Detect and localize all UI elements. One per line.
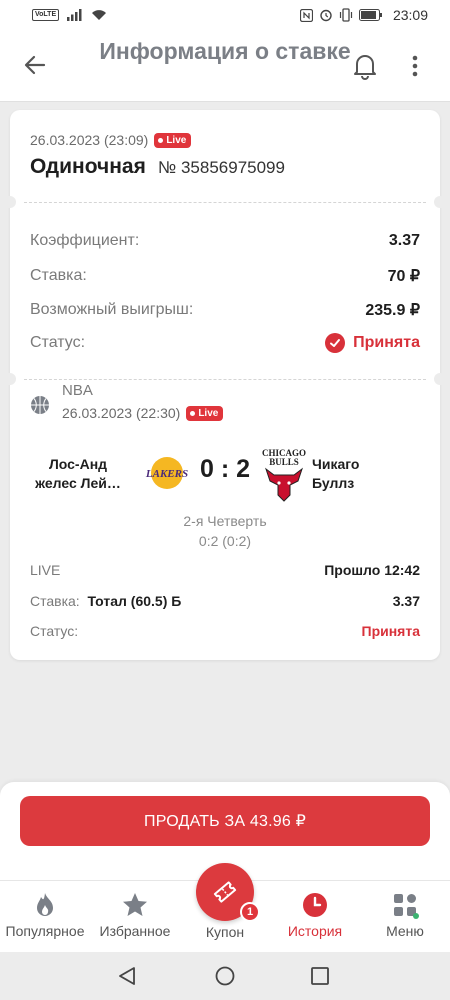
nav-label: Меню <box>386 923 424 939</box>
live-label: Live <box>198 407 219 419</box>
event-date-row: 26.03.2023 (22:30) Live <box>62 405 224 421</box>
system-home-icon[interactable] <box>215 966 235 986</box>
period-score: 0:2 (0:2) <box>198 533 252 549</box>
nav-label: История <box>287 923 343 939</box>
signal-icon <box>67 9 82 21</box>
lakers-logo-text: LAKERS <box>145 468 188 480</box>
selection-status: Принята <box>361 623 421 639</box>
bet-type: Одиночная <box>30 155 146 178</box>
bottom-nav: Популярное Избранное 1 Купон История Мен… <box>0 863 450 952</box>
bulls-logo: CHICAGO BULLS <box>262 448 306 502</box>
live-dot-icon <box>190 410 196 416</box>
system-nav-bar <box>0 952 450 1000</box>
win-value: 235.9 ₽ <box>365 302 420 319</box>
bet-date-row: 26.03.2023 (23:09) Live <box>30 132 192 148</box>
live-badge: Live <box>154 132 192 148</box>
elapsed-time: Прошло 12:42 <box>324 562 420 578</box>
live-row: LIVE Прошло 12:42 <box>30 562 420 578</box>
grid-icon <box>394 894 419 919</box>
ticket-notch <box>434 196 446 208</box>
nav-label: Популярное <box>5 923 85 939</box>
ticket-notch <box>4 373 16 385</box>
period-info: 2-я Четверть 0:2 (0:2) <box>10 511 440 551</box>
star-icon <box>123 893 147 916</box>
kebab-icon[interactable] <box>405 52 425 80</box>
status-label: Статус: <box>30 334 86 351</box>
selection-label: Ставка: <box>30 593 80 609</box>
live-dot-icon <box>158 137 164 143</box>
bet-number: № 35856975099 <box>158 158 285 177</box>
selection-status-label: Статус: <box>30 623 79 639</box>
coupon-count-badge: 1 <box>240 902 260 922</box>
lakers-logo: LAKERS <box>145 457 188 489</box>
league-name: NBA <box>62 382 93 399</box>
win-label: Возможный выигрыш: <box>30 301 194 318</box>
ticket-icon <box>213 881 237 903</box>
ticket-notch <box>4 196 16 208</box>
wifi-icon <box>92 10 107 20</box>
coefficient-value: 3.37 <box>388 232 420 249</box>
nfc-icon <box>299 8 313 22</box>
coefficient-label: Коэффициент: <box>30 232 140 249</box>
away-team-name: Чикаго Буллз <box>312 456 360 491</box>
home-team-name: Лос-Анд желес Лей… <box>35 456 121 491</box>
nav-label[interactable]: Купон <box>180 924 270 940</box>
match-teams: Лос-Анд желес Лей… LAKERS 0 : 2 CHICAGO … <box>10 443 440 503</box>
page-title: Информация о ставке <box>99 38 351 64</box>
divider <box>24 379 426 380</box>
event-header: NBA 26.03.2023 (22:30) Live <box>30 382 224 421</box>
nav-menu[interactable]: Меню <box>360 891 450 939</box>
selection-market: Тотал (60.5) Б <box>87 593 182 609</box>
check-circle-icon <box>325 333 346 353</box>
live-label: Live <box>166 134 187 146</box>
selection-coef: 3.37 <box>392 593 420 609</box>
event-date: 26.03.2023 (22:30) <box>62 405 181 421</box>
bet-card: 26.03.2023 (23:09) Live Одиночная № 3585… <box>4 110 446 660</box>
status-text: Принята <box>353 334 420 351</box>
sell-button[interactable]: ПРОДАТЬ ЗА 43.96 ₽ <box>20 796 430 846</box>
stake-label: Ставка: <box>30 267 87 284</box>
selection-row: Ставка: Тотал (60.5) Б 3.37 <box>30 593 420 609</box>
match-score: 0 : 2 <box>199 455 251 483</box>
arrow-left-icon[interactable] <box>22 52 48 78</box>
bulls-logo-text-bottom: BULLS <box>269 457 299 467</box>
live-text: LIVE <box>30 562 61 578</box>
stake-value: 70 ₽ <box>387 268 420 285</box>
app-header: Информация о ставке <box>0 30 450 102</box>
nav-history[interactable]: История <box>270 891 360 939</box>
bell-icon[interactable] <box>352 52 378 80</box>
coefficient-row: Коэффициент: 3.37 <box>30 232 420 250</box>
divider <box>24 202 426 203</box>
battery-icon <box>358 9 382 21</box>
system-recents-icon[interactable] <box>311 967 329 985</box>
win-row: Возможный выигрыш: 235.9 ₽ <box>30 300 420 320</box>
vibrate-icon <box>339 8 353 22</box>
clock-time: 23:09 <box>392 7 428 23</box>
alarm-icon <box>320 9 332 22</box>
clock-icon <box>303 893 327 917</box>
system-back-icon[interactable] <box>117 966 137 986</box>
nav-label: Избранное <box>99 923 171 939</box>
stake-row: Ставка: 70 ₽ <box>30 266 420 286</box>
basketball-icon <box>31 396 49 414</box>
selection-status-row: Статус: Принята <box>30 623 420 639</box>
status-bar: VoLTE 23:09 <box>0 0 450 30</box>
status-row: Статус: Принята <box>30 333 420 353</box>
status-value: Принята <box>325 333 420 353</box>
ticket-notch <box>434 373 446 385</box>
bet-date: 26.03.2023 (23:09) <box>30 132 149 148</box>
nav-popular[interactable]: Популярное <box>0 891 90 939</box>
period-name: 2-я Четверть <box>183 513 267 529</box>
live-badge: Live <box>186 405 224 421</box>
volte-badge: VoLTE <box>32 9 60 21</box>
flame-icon <box>37 893 53 916</box>
nav-favorites[interactable]: Избранное <box>90 891 180 939</box>
